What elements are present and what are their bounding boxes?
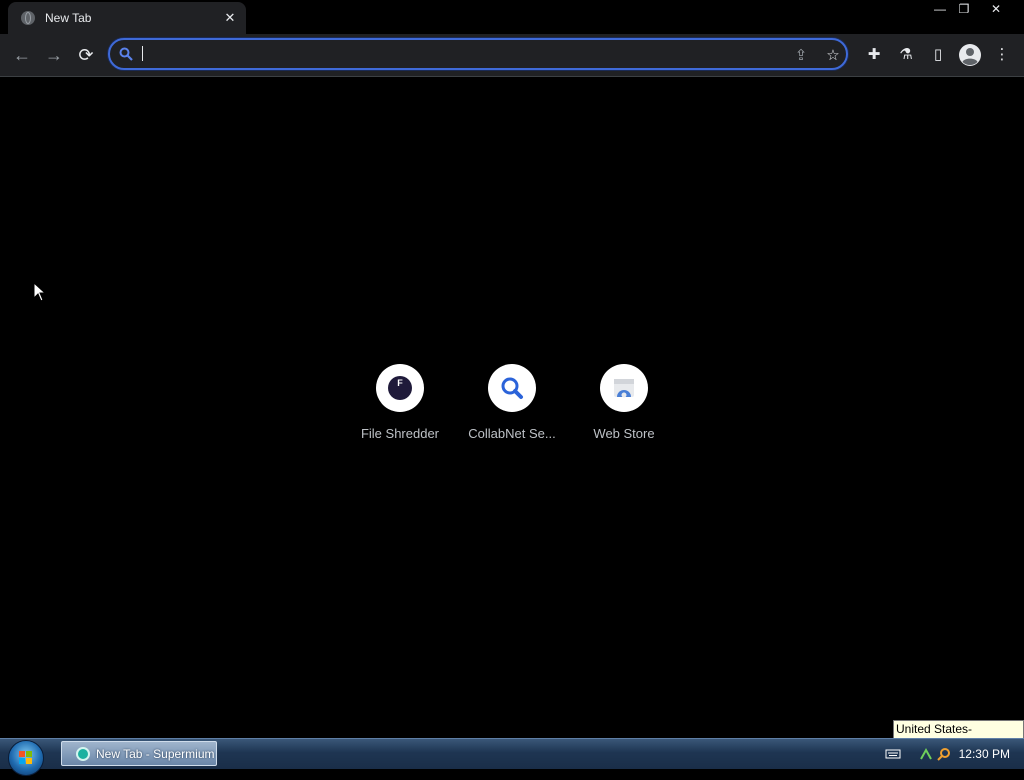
address-input[interactable] bbox=[140, 43, 744, 67]
tab-title: New Tab bbox=[45, 11, 92, 25]
system-tray: 12:30 PM bbox=[885, 739, 1024, 769]
tray-search-icon[interactable] bbox=[936, 747, 951, 761]
file-shredder-icon: F bbox=[388, 376, 412, 400]
address-bar[interactable]: ⇪ ☆ bbox=[108, 38, 848, 70]
svg-text:F: F bbox=[397, 378, 403, 388]
text-caret bbox=[142, 46, 143, 61]
shortcut-label: Web Store bbox=[593, 426, 655, 441]
menu-kebab-icon[interactable]: ⋮ bbox=[990, 43, 1014, 67]
forward-button[interactable]: → bbox=[42, 43, 66, 67]
shortcut-collabnet[interactable]: CollabNet Se... bbox=[456, 362, 568, 452]
magnifier-icon bbox=[501, 377, 523, 399]
back-button[interactable]: ← bbox=[10, 43, 34, 67]
shortcut-web-store[interactable]: Web Store bbox=[568, 362, 680, 452]
toolbar: ← → ⟳ ⇪ ☆ ✚ ⚗ ▯ ⋮ bbox=[0, 34, 1024, 77]
shortcut-tile bbox=[488, 364, 536, 412]
search-icon bbox=[119, 47, 133, 61]
taskbar: New Tab - Supermium 12:30 PM bbox=[0, 738, 1024, 776]
windows-logo-icon bbox=[19, 751, 32, 764]
bookmark-star-icon[interactable]: ☆ bbox=[822, 45, 844, 67]
clock[interactable]: 12:30 PM bbox=[959, 747, 1010, 761]
mouse-cursor-icon bbox=[33, 282, 47, 302]
restore-button[interactable]: ❐ bbox=[952, 0, 976, 18]
minimize-button[interactable]: — bbox=[928, 0, 952, 18]
taskbar-button-label: New Tab - Supermium bbox=[96, 746, 215, 761]
shortcut-file-shredder[interactable]: F File Shredder bbox=[344, 362, 456, 452]
labs-flask-icon[interactable]: ⚗ bbox=[894, 43, 918, 67]
share-icon[interactable]: ⇪ bbox=[790, 45, 812, 67]
tab-strip: New Tab ✕ — ❐ ✕ bbox=[0, 0, 1024, 34]
shortcut-label: File Shredder bbox=[360, 426, 440, 441]
window-controls: — ❐ ✕ bbox=[928, 0, 1016, 18]
reload-button[interactable]: ⟳ bbox=[74, 43, 98, 67]
side-panel-icon[interactable]: ▯ bbox=[926, 43, 950, 67]
taskbar-button-supermium[interactable]: New Tab - Supermium bbox=[61, 741, 217, 766]
keyboard-icon[interactable] bbox=[885, 748, 901, 760]
tab-close-button[interactable]: ✕ bbox=[220, 10, 240, 26]
globe-icon bbox=[21, 11, 35, 25]
shortcut-tile bbox=[600, 364, 648, 412]
shortcut-tile: F bbox=[376, 364, 424, 412]
extensions-icon[interactable]: ✚ bbox=[862, 43, 886, 67]
shortcut-label: CollabNet Se... bbox=[468, 426, 556, 441]
web-store-icon bbox=[614, 379, 634, 398]
close-window-button[interactable]: ✕ bbox=[976, 0, 1016, 18]
profile-avatar-icon[interactable] bbox=[958, 43, 982, 67]
start-button[interactable] bbox=[8, 740, 44, 776]
network-icon[interactable] bbox=[919, 747, 933, 761]
supermium-icon bbox=[76, 746, 90, 761]
tab-new-tab[interactable]: New Tab ✕ bbox=[8, 2, 246, 34]
keyboard-layout-tooltip: United States-International bbox=[893, 720, 1024, 753]
